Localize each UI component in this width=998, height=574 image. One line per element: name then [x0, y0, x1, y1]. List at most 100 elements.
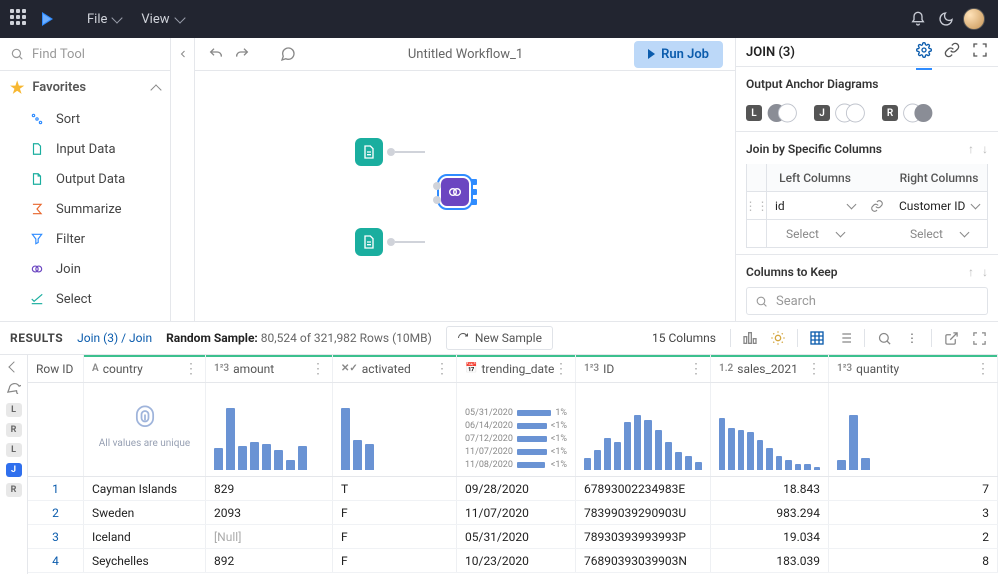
table-row[interactable]: 2Sweden2093F11/07/202078399039290903U983… — [28, 501, 998, 525]
tool-icon — [28, 262, 46, 276]
notifications-icon[interactable] — [904, 5, 932, 33]
type-icon: ✕✓ — [341, 363, 358, 374]
table-row[interactable]: 1Cayman Islands829T09/28/202067893002234… — [28, 477, 998, 501]
column-header-trending_date[interactable]: 📅trending_date⋮ — [457, 355, 576, 382]
venn-anchor-l[interactable]: L — [746, 101, 800, 125]
node-output-port[interactable] — [387, 148, 395, 156]
config-gear-icon[interactable] — [916, 42, 932, 70]
canvas-wire — [395, 151, 425, 153]
new-sample-button[interactable]: New Sample — [446, 326, 553, 350]
move-down-icon[interactable]: ↓ — [982, 142, 988, 156]
output-anchor-title: Output Anchor Diagrams — [746, 77, 988, 91]
column-profile: All values are unique — [84, 383, 206, 476]
left-columns-header: Left Columns — [767, 171, 863, 185]
move-up-icon[interactable]: ↑ — [968, 265, 974, 279]
search-icon — [10, 47, 24, 61]
result-port-l[interactable]: L — [6, 443, 22, 457]
link-icon[interactable] — [944, 42, 960, 62]
result-port-r[interactable]: R — [6, 483, 22, 497]
table-row[interactable]: 4Seychelles892F10/23/202076890393039903N… — [28, 549, 998, 573]
canvas-node-input-1[interactable] — [355, 138, 383, 166]
collapse-left-panel[interactable] — [171, 38, 195, 321]
apps-menu-icon[interactable] — [10, 9, 30, 29]
column-header-id[interactable]: 1²3ID⋮ — [576, 355, 711, 382]
node-output-ports[interactable] — [471, 179, 477, 205]
column-menu-icon[interactable]: ⋮ — [554, 361, 569, 377]
tool-item-join[interactable]: Join — [0, 254, 170, 284]
results-header: RESULTS — [10, 331, 63, 345]
tool-icon — [28, 112, 46, 126]
insights-icon[interactable] — [769, 329, 787, 347]
more-options-icon[interactable]: ⋮ — [903, 329, 921, 347]
user-avatar[interactable] — [960, 5, 988, 33]
move-up-icon[interactable]: ↑ — [968, 142, 974, 156]
column-header-quantity[interactable]: 1²3quantity⋮ — [829, 355, 998, 382]
collapse-results-rail[interactable] — [8, 361, 19, 372]
chart-view-icon[interactable] — [741, 329, 759, 347]
node-input-port[interactable] — [433, 196, 441, 204]
venn-anchor-r[interactable]: R — [882, 101, 936, 125]
refresh-icon — [457, 332, 469, 344]
drag-handle-icon[interactable]: ⋮⋮ — [747, 192, 767, 219]
type-icon: 1²3 — [837, 363, 852, 374]
right-column-select-empty[interactable]: Select — [891, 227, 987, 241]
run-job-button[interactable]: Run Job — [634, 41, 723, 68]
redo-button[interactable] — [233, 45, 251, 63]
right-columns-header: Right Columns — [891, 171, 987, 185]
move-down-icon[interactable]: ↓ — [982, 265, 988, 279]
column-menu-icon[interactable]: ⋮ — [184, 361, 199, 377]
column-menu-icon[interactable]: ⋮ — [689, 361, 704, 377]
column-header-sales_2021[interactable]: 1.2sales_2021⋮ — [711, 355, 829, 382]
node-output-port[interactable] — [387, 238, 395, 246]
columns-keep-search[interactable]: Search — [746, 287, 988, 315]
column-header-amount[interactable]: 1²3amount⋮ — [206, 355, 333, 382]
table-row[interactable]: 3Iceland[Null]F05/31/202078930393993993P… — [28, 525, 998, 549]
favorites-header[interactable]: ★ Favorites — [0, 71, 170, 104]
column-profile — [28, 383, 84, 476]
list-view-icon[interactable] — [836, 329, 854, 347]
result-port-r[interactable]: R — [6, 423, 22, 437]
tool-item-summarize[interactable]: Summarize — [0, 194, 170, 224]
tool-item-select[interactable]: Select — [0, 284, 170, 314]
tool-item-sort[interactable]: Sort — [0, 104, 170, 134]
undo-button[interactable] — [207, 45, 225, 63]
find-tool-search[interactable]: Find Tool — [0, 38, 170, 71]
column-menu-icon[interactable]: ⋮ — [807, 361, 822, 377]
popout-icon[interactable] — [942, 329, 960, 347]
node-input-port[interactable] — [433, 182, 441, 190]
type-icon: 1.2 — [719, 363, 733, 374]
left-column-select-empty[interactable]: Select — [767, 227, 863, 241]
tool-item-filter[interactable]: Filter — [0, 224, 170, 254]
column-menu-icon[interactable]: ⋮ — [976, 361, 991, 377]
column-header-country[interactable]: Acountry⋮ — [84, 355, 206, 382]
result-port-l[interactable]: L — [6, 403, 22, 417]
canvas-node-input-2[interactable] — [355, 228, 383, 256]
expand-results-icon[interactable] — [970, 329, 988, 347]
tool-icon — [28, 142, 46, 156]
theme-toggle-icon[interactable] — [932, 5, 960, 33]
column-menu-icon[interactable]: ⋮ — [435, 361, 450, 377]
column-profile — [711, 383, 829, 476]
menu-file[interactable]: File — [77, 12, 131, 27]
menu-view[interactable]: View — [131, 12, 193, 27]
comment-icon[interactable] — [279, 45, 297, 63]
chevron-down-icon — [836, 227, 846, 237]
venn-anchor-j[interactable]: J — [814, 101, 868, 125]
column-menu-icon[interactable]: ⋮ — [311, 361, 326, 377]
column-profile: 05/31/20201%06/14/2020<1%07/12/2020<1%11… — [457, 383, 576, 476]
expand-icon[interactable] — [972, 42, 988, 62]
tool-item-input-data[interactable]: Input Data — [0, 134, 170, 164]
search-icon — [755, 295, 768, 308]
table-view-icon[interactable] — [808, 329, 826, 347]
right-column-select[interactable]: Customer ID — [891, 199, 987, 213]
messages-icon[interactable] — [6, 379, 22, 395]
left-column-select[interactable]: id — [767, 199, 863, 213]
column-header-activated[interactable]: ✕✓activated⋮ — [333, 355, 457, 382]
result-port-j[interactable]: J — [6, 463, 22, 477]
canvas-node-join-selected[interactable] — [441, 178, 469, 206]
search-results-icon[interactable] — [875, 329, 893, 347]
tool-item-output-data[interactable]: Output Data — [0, 164, 170, 194]
column-header-row-id[interactable]: Row ID — [28, 355, 84, 382]
results-breadcrumb[interactable]: Join (3) / Join — [77, 331, 152, 345]
chevron-down-icon — [971, 199, 981, 209]
